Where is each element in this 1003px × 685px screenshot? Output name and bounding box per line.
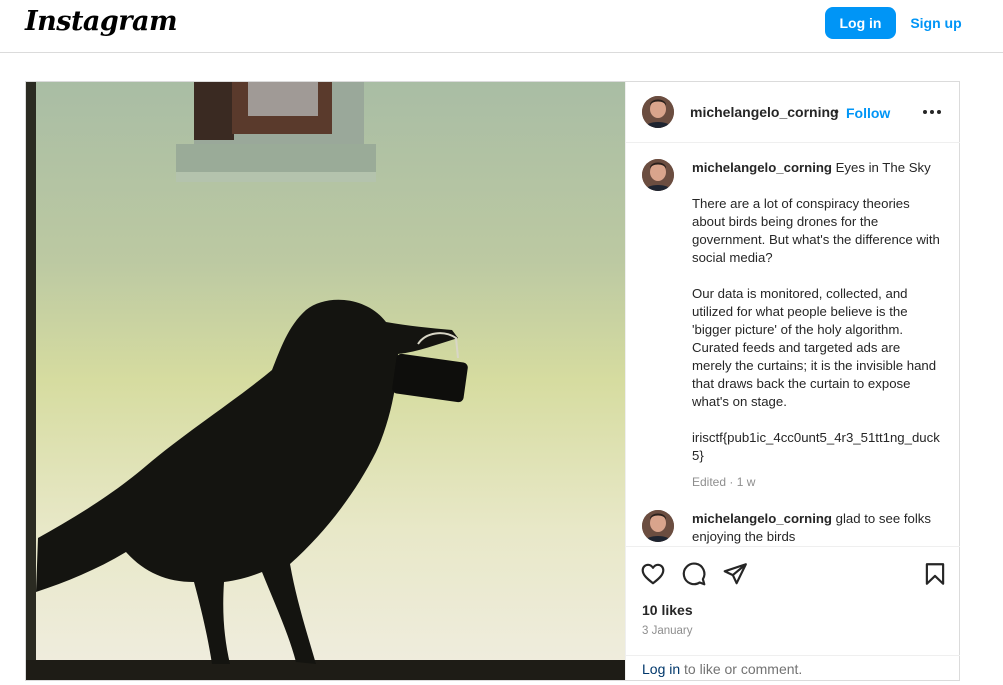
instagram-logo[interactable]: Instagram xyxy=(25,6,178,37)
comment-icon[interactable] xyxy=(681,561,707,587)
login-prompt: Log in to like or comment. xyxy=(626,655,960,681)
heart-icon[interactable] xyxy=(640,561,666,587)
comments-list[interactable]: michelangelo_corning Eyes in The Sky The… xyxy=(626,144,960,546)
signup-button[interactable]: Sign up xyxy=(905,7,967,39)
bookmark-icon[interactable] xyxy=(922,561,948,587)
avatar[interactable] xyxy=(642,159,674,191)
caption-meta: Edited · 1 w xyxy=(692,475,756,489)
login-link[interactable]: Log in xyxy=(642,661,680,677)
profile-photo xyxy=(642,96,674,128)
post-date[interactable]: 3 January xyxy=(642,625,693,637)
post-actions: 10 likes 3 January Log in to like or com… xyxy=(626,546,960,680)
post-side-panel: michelangelo_corning • Follow michelange… xyxy=(625,82,960,680)
caption-paragraph: There are a lot of conspiracy theories a… xyxy=(692,196,940,265)
caption-text: michelangelo_corning Eyes in The Sky The… xyxy=(692,159,942,491)
comment-username[interactable]: michelangelo_corning xyxy=(692,511,832,526)
profile-photo xyxy=(642,510,674,542)
caption-flag: irisctf{pub1ic_4cc0unt5_4r3_51tt1ng_duck… xyxy=(692,430,940,463)
share-icon[interactable] xyxy=(722,561,748,587)
separator-dot: • xyxy=(834,103,839,119)
post-username[interactable]: michelangelo_corning xyxy=(690,104,839,120)
avatar[interactable] xyxy=(642,96,674,128)
comment-text: michelangelo_corning glad to see folks e… xyxy=(692,510,942,546)
login-prompt-text: to like or comment. xyxy=(680,661,803,677)
crow-with-camera-photo xyxy=(26,82,625,680)
likes-count[interactable]: 10 likes xyxy=(642,602,693,618)
avatar[interactable] xyxy=(642,510,674,542)
post-image[interactable] xyxy=(26,82,625,680)
caption-paragraph: Our data is monitored, collected, and ut… xyxy=(692,286,937,409)
post-header: michelangelo_corning • Follow xyxy=(626,82,960,143)
caption-title: Eyes in The Sky xyxy=(835,160,931,175)
login-button[interactable]: Log in xyxy=(825,7,896,39)
top-nav: Instagram Log in Sign up xyxy=(0,0,1003,53)
caption-username[interactable]: michelangelo_corning xyxy=(692,160,832,175)
more-options-icon[interactable] xyxy=(922,102,942,122)
profile-photo xyxy=(642,159,674,191)
follow-button[interactable]: Follow xyxy=(846,105,890,121)
post-card: michelangelo_corning • Follow michelange… xyxy=(25,81,960,681)
